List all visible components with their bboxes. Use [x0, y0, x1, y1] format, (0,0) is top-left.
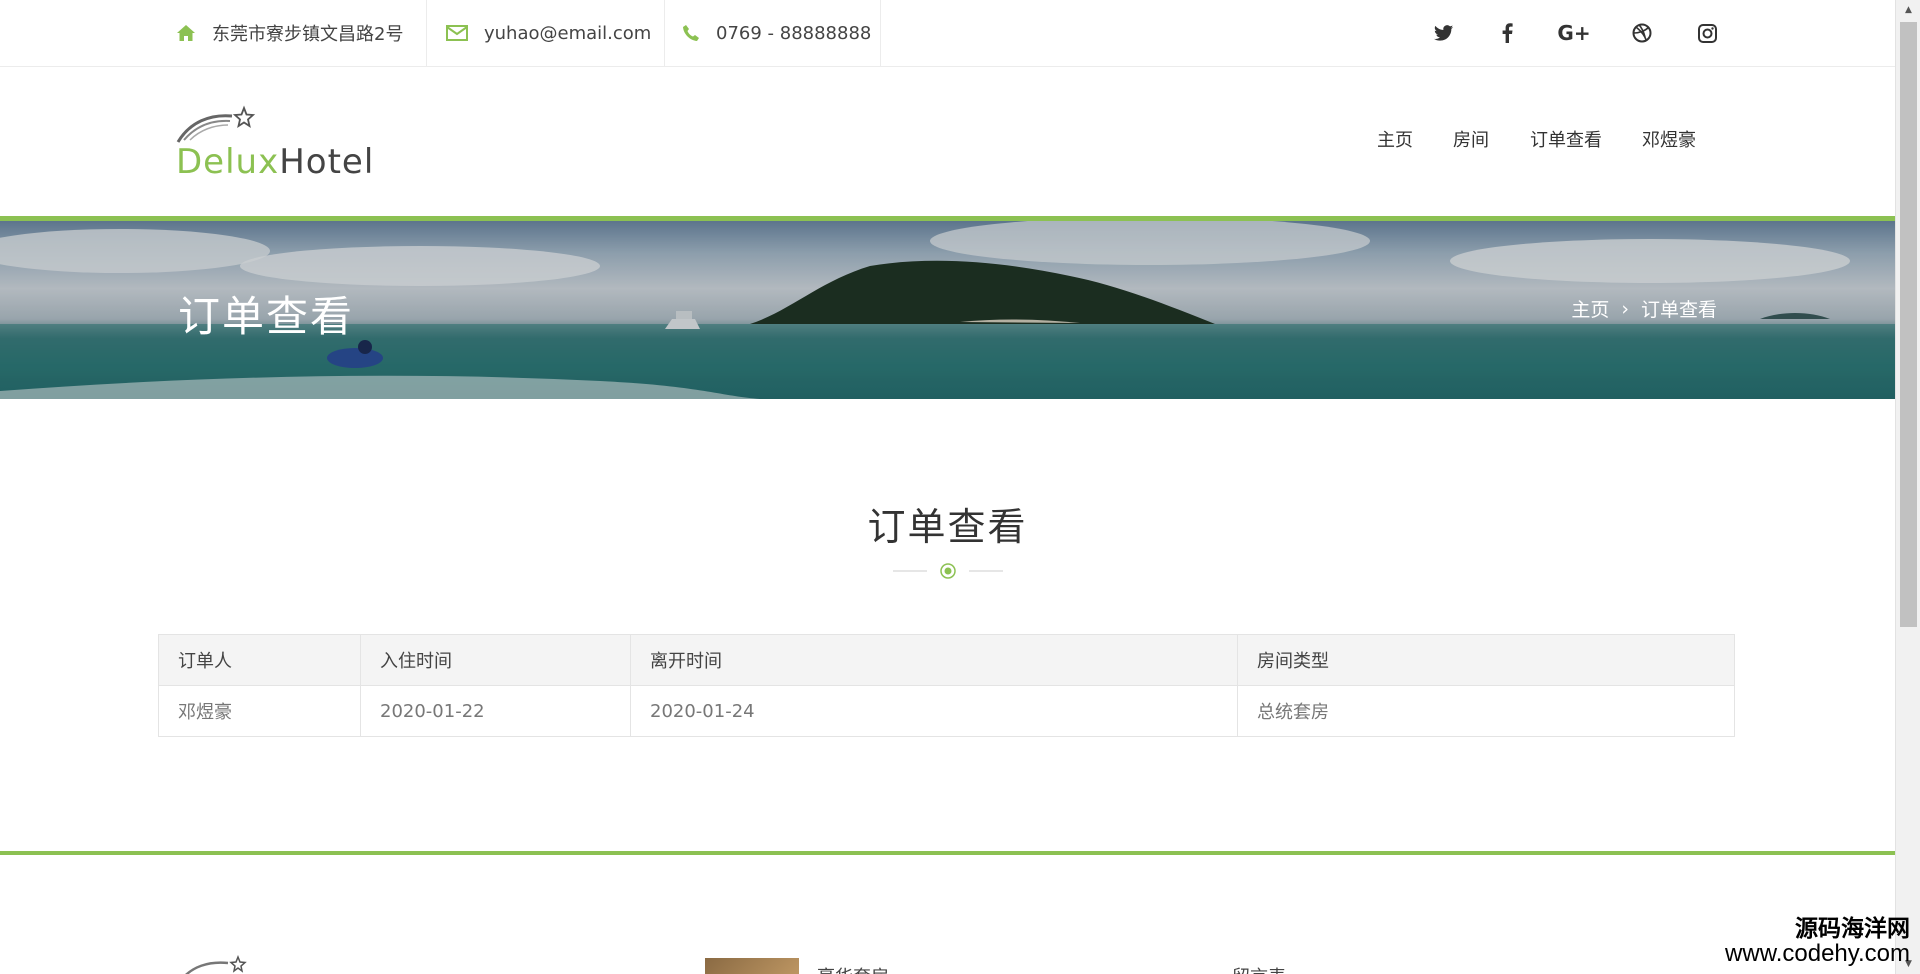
- address-item: 东莞市寮步镇文昌路2号: [176, 0, 427, 66]
- footer-accent-line: [0, 851, 1895, 855]
- cell-checkout: 2020-01-24: [630, 685, 1238, 737]
- scroll-up-arrow-icon[interactable]: ▲: [1896, 0, 1920, 20]
- cell-orderer: 邓煜豪: [158, 685, 361, 737]
- watermark-line2: www.codehy.com: [1725, 939, 1910, 967]
- dribbble-icon[interactable]: [1622, 0, 1662, 66]
- email-item[interactable]: yuhao@email.com: [446, 0, 665, 66]
- brand-name: DeluxHotel: [176, 142, 374, 182]
- brand-name-main: Hotel: [279, 142, 375, 182]
- table-row: 邓煜豪 2020-01-22 2020-01-24 总统套房: [158, 685, 1735, 737]
- breadcrumb: 主页 › 订单查看: [1571, 295, 1717, 322]
- banner-title: 订单查看: [178, 292, 355, 341]
- orders-table: 订单人 入住时间 离开时间 房间类型 邓煜豪 2020-01-22 2020-0…: [158, 634, 1735, 737]
- nav-rooms[interactable]: 房间: [1453, 126, 1489, 152]
- title-divider-icon: [893, 563, 1003, 579]
- address-text: 东莞市寮步镇文昌路2号: [212, 24, 404, 45]
- nav-user[interactable]: 邓煜豪: [1642, 126, 1696, 152]
- site-logo[interactable]: DeluxHotel: [176, 104, 386, 184]
- col-checkout: 离开时间: [630, 634, 1238, 686]
- breadcrumb-separator: ›: [1621, 297, 1629, 320]
- nav-orders[interactable]: 订单查看: [1530, 126, 1602, 152]
- col-orderer: 订单人: [158, 634, 361, 686]
- email-text[interactable]: yuhao@email.com: [484, 23, 651, 44]
- footer-logo-icon: [185, 955, 247, 974]
- twitter-icon[interactable]: [1424, 0, 1464, 66]
- breadcrumb-home[interactable]: 主页: [1571, 295, 1609, 322]
- shooting-star-icon: [176, 105, 256, 143]
- nav-home[interactable]: 主页: [1377, 126, 1413, 152]
- footer-guestbook-heading: 留言表: [1232, 963, 1286, 974]
- watermark-line1: 源码海洋网: [1795, 915, 1910, 942]
- col-room-type: 房间类型: [1237, 634, 1735, 686]
- footer-room-link[interactable]: 豪华套房: [817, 963, 889, 974]
- table-header-row: 订单人 入住时间 离开时间 房间类型: [158, 634, 1735, 686]
- watermark: 源码海洋网 www.codehy.com: [1725, 917, 1910, 966]
- instagram-icon[interactable]: [1687, 0, 1727, 66]
- phone-item: 0769 - 88888888: [682, 0, 881, 66]
- footer-room-thumbnail[interactable]: [705, 958, 799, 974]
- section-title: 订单查看: [867, 505, 1028, 549]
- home-icon: [176, 24, 196, 42]
- envelope-icon: [446, 25, 468, 41]
- brand-name-accent: Delux: [176, 142, 280, 182]
- cell-checkin: 2020-01-22: [360, 685, 631, 737]
- breadcrumb-current: 订单查看: [1640, 299, 1717, 321]
- vertical-scrollbar[interactable]: ▲ ▼: [1895, 0, 1920, 974]
- phone-icon: [682, 24, 700, 42]
- facebook-icon[interactable]: [1487, 0, 1527, 66]
- site-header: DeluxHotel 主页 房间 订单查看 邓煜豪: [0, 66, 1895, 216]
- col-checkin: 入住时间: [360, 634, 631, 686]
- page: 东莞市寮步镇文昌路2号 yuhao@email.com 0769 - 88888…: [0, 0, 1895, 974]
- page-banner: 订单查看 主页 › 订单查看: [0, 221, 1895, 399]
- scrollbar-thumb[interactable]: [1900, 22, 1917, 627]
- google-plus-icon[interactable]: G+: [1553, 0, 1595, 66]
- top-bar: 东莞市寮步镇文昌路2号 yuhao@email.com 0769 - 88888…: [0, 0, 1895, 67]
- phone-text: 0769 - 88888888: [716, 22, 872, 44]
- cell-room-type: 总统套房: [1237, 685, 1735, 737]
